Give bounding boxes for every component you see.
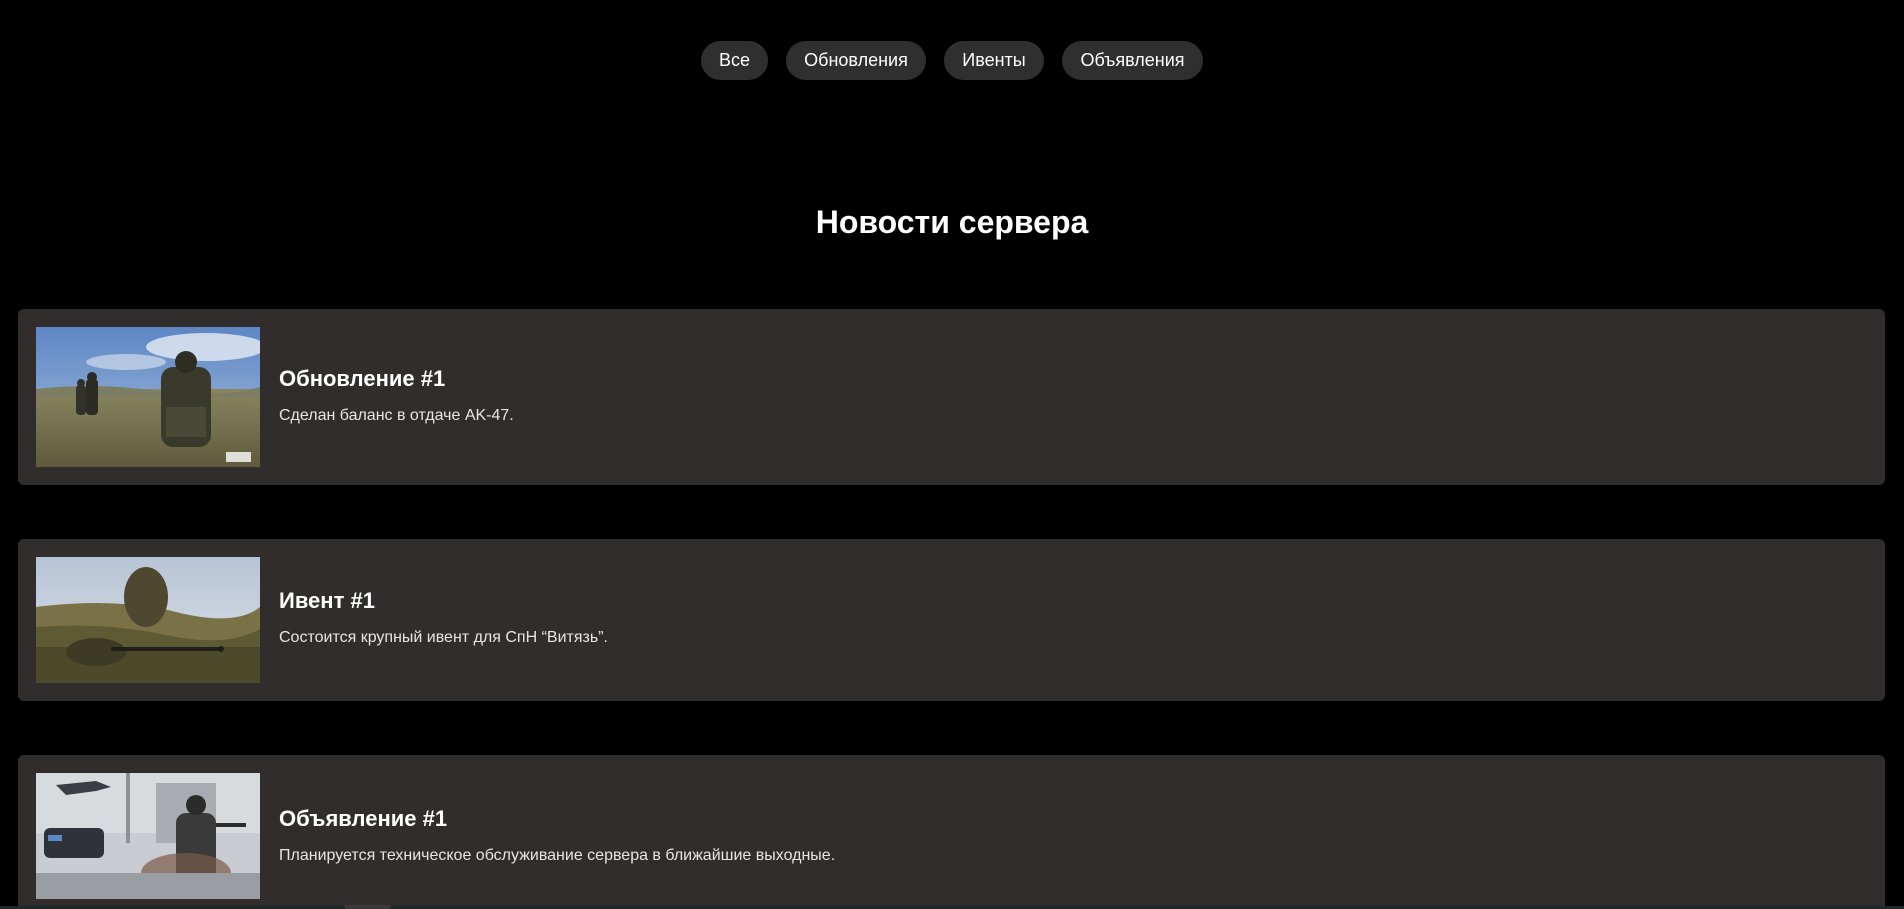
news-title: Объявление #1 xyxy=(279,806,448,831)
news-card-update-1[interactable]: Обновление #1 Сделан баланс в отдаче AK-… xyxy=(18,309,1885,485)
news-image-graphic xyxy=(36,557,260,683)
news-image-graphic xyxy=(36,773,260,899)
news-image-city-assault xyxy=(36,773,260,899)
news-description: Планируется техническое обслуживание сер… xyxy=(279,847,836,864)
news-image-graphic xyxy=(36,327,260,467)
news-title: Обновление #1 xyxy=(279,366,446,391)
page-title: Новости сервера xyxy=(815,204,1089,240)
news-image-soldiers-field xyxy=(36,327,260,467)
filter-all-button[interactable]: Все xyxy=(701,41,768,80)
filter-announcements-button[interactable]: Объявления xyxy=(1062,41,1203,80)
news-description: Состоится крупный ивент для СпН “Витязь”… xyxy=(279,629,608,646)
news-title: Ивент #1 xyxy=(279,588,375,613)
page: Все Обновления Ивенты Объявления Новости… xyxy=(0,0,1904,909)
news-card-announcement-1[interactable]: Объявление #1 Планируется техническое об… xyxy=(18,755,1885,909)
horizontal-scrollbar-thumb[interactable] xyxy=(345,905,390,909)
filter-events-button[interactable]: Ивенты xyxy=(944,41,1044,80)
filter-bar: Все Обновления Ивенты Объявления xyxy=(0,41,1904,80)
news-card-event-1[interactable]: Ивент #1 Состоится крупный ивент для СпН… xyxy=(18,539,1885,701)
news-image-sniper xyxy=(36,557,260,683)
filter-updates-button[interactable]: Обновления xyxy=(786,41,926,80)
news-description: Сделан баланс в отдаче AK-47. xyxy=(279,407,514,424)
